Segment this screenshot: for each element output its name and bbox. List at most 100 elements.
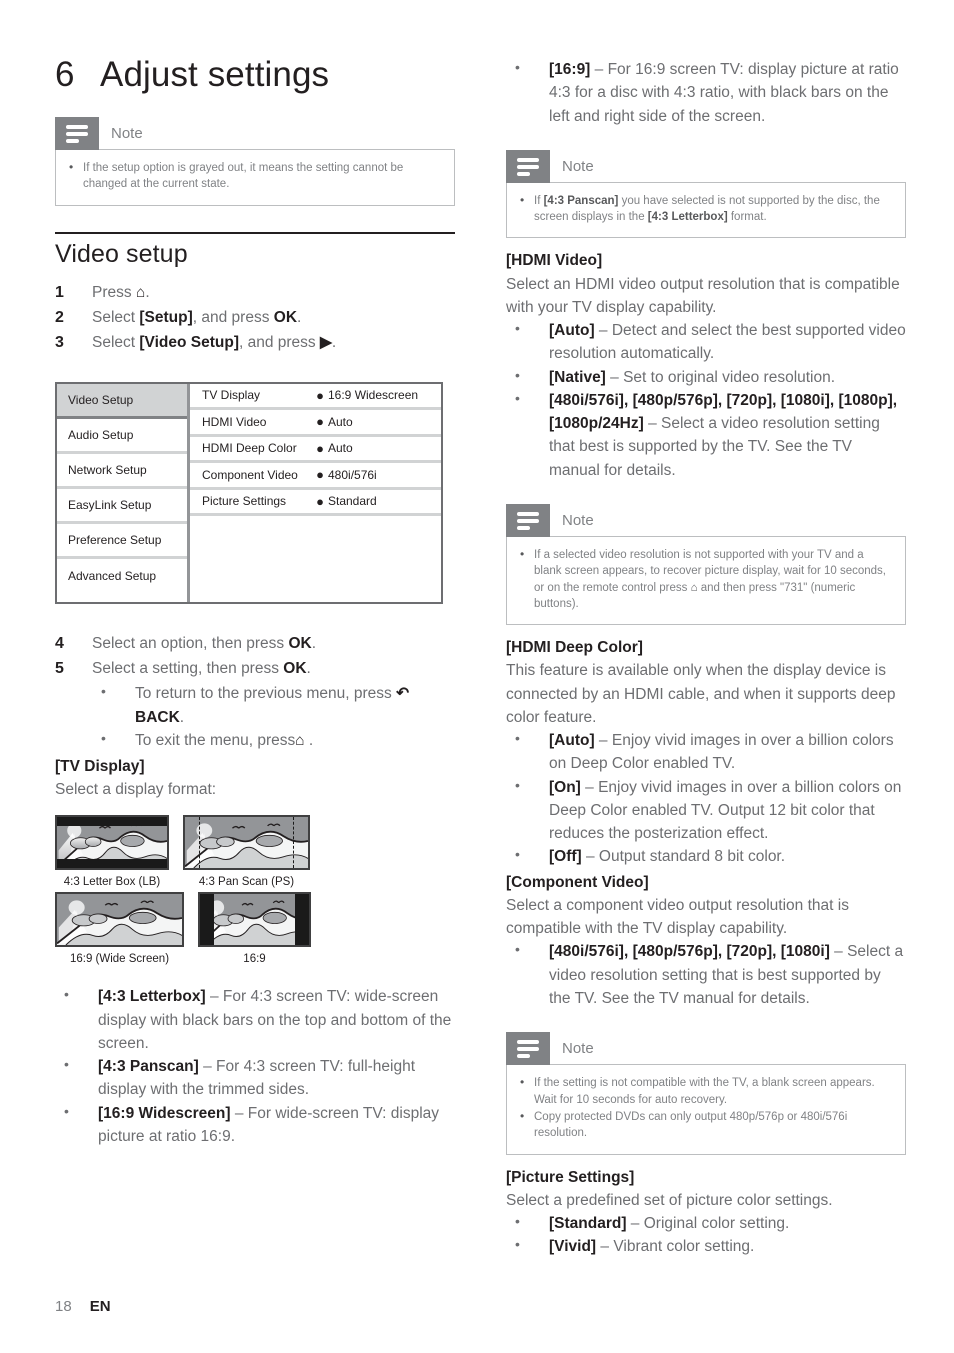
note-header: Note <box>55 117 455 150</box>
bullet-dot-icon: ● <box>316 493 324 509</box>
tv-figure-169: 16:9 <box>198 892 311 965</box>
intro-picture-settings: Select a predefined set of picture color… <box>506 1191 833 1209</box>
home-icon: ⌂ <box>690 581 698 594</box>
heading-picture-settings: [Picture Settings] <box>506 1168 635 1186</box>
option-label: TV Display <box>202 388 261 403</box>
step-4: 4 Select an option, then press OK. <box>55 632 455 656</box>
note-box-panscan: Note If [4:3 Panscan] you have selected … <box>506 149 906 239</box>
note-label: Note <box>562 157 594 175</box>
note-body: If the setup option is grayed out, it me… <box>55 149 455 206</box>
menu-ref-setup: [Setup] <box>139 308 193 326</box>
tv-figure-row-1: 4:3 Letter Box (LB) 4:3 Pan Scan (PS) <box>55 815 455 888</box>
step-1: 1 Press ⌂. <box>55 281 455 305</box>
note-item: If a selected video resolution is not su… <box>517 546 891 612</box>
video-setup-steps-continued: 4 Select an option, then press OK. 5 Sel… <box>55 632 455 753</box>
landscape-svg <box>200 894 309 946</box>
setup-menu-item-advanced-setup[interactable]: Advanced Setup <box>57 559 187 594</box>
option-value: Auto <box>328 441 353 456</box>
tv-display-bullets-continued: [16:9] – For 16:9 screen TV: display pic… <box>506 57 906 128</box>
bullet-16-9-widescreen: [16:9 Widescreen] – For wide-screen TV: … <box>55 1101 455 1149</box>
landscape-scene <box>57 894 182 946</box>
pillarbox-bar-right <box>295 894 309 946</box>
note-body: If a selected video resolution is not su… <box>506 535 906 626</box>
picture-settings-bullets: [Standard] – Original color setting. [Vi… <box>506 1211 906 1259</box>
option-label: Component Video <box>202 467 298 482</box>
left-column: 6 Adjust settings Note If the setup opti… <box>55 0 455 1148</box>
note-header: Note <box>506 503 906 537</box>
setup-menu-item-audio-setup[interactable]: Audio Setup <box>57 419 187 454</box>
intro-hdmi-video: Select an HDMI video output resolution t… <box>506 275 900 316</box>
figure-image-widescreen <box>55 892 184 948</box>
landscape-svg <box>185 817 308 869</box>
landscape-svg <box>57 894 182 946</box>
note-box-compatibility: Note If the setting is not compatible wi… <box>506 1032 906 1155</box>
heading-hdmi-video: [HDMI Video] <box>506 252 603 270</box>
note-body: If the setting is not compatible with th… <box>506 1064 906 1155</box>
setup-option-row-picture-settings[interactable]: Picture Settings ● Standard <box>190 490 441 517</box>
step-text: Select [Setup], and press OK. <box>92 308 302 326</box>
note-lines-icon <box>506 1032 550 1066</box>
note-box-resolution-recovery: Note If a selected video resolution is n… <box>506 503 906 626</box>
menu-ref-video-setup: [Video Setup] <box>139 334 239 352</box>
home-icon: ⌂ <box>135 283 146 301</box>
tv-display-bullets: [4:3 Letterbox] – For 4:3 screen TV: wid… <box>55 984 455 1149</box>
heading-component-video: [Component Video] <box>506 873 649 891</box>
setup-option-row-hdmi-video[interactable]: HDMI Video ● Auto <box>190 410 441 437</box>
tv-figure-panscan: 4:3 Pan Scan (PS) <box>183 815 310 888</box>
bullet-auto: [Auto] – Detect and select the best supp… <box>506 318 906 366</box>
tv-figure-row-2: 16:9 (Wide Screen) 16:9 <box>55 892 455 965</box>
intro-component-video: Select a component video output resoluti… <box>506 896 849 938</box>
option-name: [Vivid] <box>549 1238 597 1256</box>
step-number: 2 <box>55 308 64 326</box>
setup-menu-options: TV Display ● 16:9 Widescreen HDMI Video … <box>190 384 441 602</box>
bullet-4-3-panscan: [4:3 Panscan] – For 4:3 screen TV: full-… <box>55 1054 455 1102</box>
figure-image-letterbox <box>55 815 169 871</box>
option-label: HDMI Deep Color <box>202 441 297 456</box>
intro-hdmi-deep-color: This feature is available only when the … <box>506 662 896 726</box>
note-lines-icon <box>506 149 550 183</box>
landscape-scene <box>200 894 309 946</box>
figure-caption: 16:9 (Wide Screen) <box>69 953 170 966</box>
setup-option-row-hdmi-deep-color[interactable]: HDMI Deep Color ● Auto <box>190 437 441 464</box>
right-column: [16:9] – For 16:9 screen TV: display pic… <box>506 0 906 1259</box>
setup-menu-item-preference-setup[interactable]: Preference Setup <box>57 524 187 559</box>
tv-figure-letterbox: 4:3 Letter Box (LB) <box>55 815 169 888</box>
letterbox-bar-bottom <box>57 859 167 869</box>
step-5: 5 Select a setting, then press OK. <box>55 657 455 681</box>
heading-tv-display: [TV Display] <box>55 757 145 775</box>
setup-menu-item-video-setup[interactable]: Video Setup <box>57 383 187 419</box>
option-value: 480i/576i <box>328 467 377 482</box>
section-rule <box>55 231 455 234</box>
back-arrow-icon: ↶ <box>396 685 410 703</box>
note-header: Note <box>506 1032 906 1066</box>
letterbox-bar-top <box>57 817 167 827</box>
figure-caption: 4:3 Pan Scan (PS) <box>198 876 295 889</box>
chapter-title: Adjust settings <box>100 55 330 94</box>
bullet-native: [Native] – Set to original video resolut… <box>506 365 906 389</box>
step-3: 3 Select [Video Setup], and press ▶. <box>55 331 455 355</box>
button-ref-back: BACK <box>135 708 180 726</box>
step-number: 3 <box>55 334 64 352</box>
home-icon: ⌂ <box>295 732 305 750</box>
step-sub-bullets: To return to the previous menu, press ↶ … <box>92 681 455 753</box>
note-box-setup-grayed: Note If the setup option is grayed out, … <box>55 117 455 206</box>
option-label: Picture Settings <box>202 494 287 509</box>
play-right-arrow-icon: ▶ <box>320 334 332 352</box>
setup-menu-item-network-setup[interactable]: Network Setup <box>57 454 187 489</box>
bullet-vivid: [Vivid] – Vibrant color setting. <box>506 1234 906 1258</box>
note-label: Note <box>111 125 143 142</box>
setup-option-row-tv-display[interactable]: TV Display ● 16:9 Widescreen <box>190 384 441 411</box>
step-text: Select an option, then press OK. <box>92 634 317 652</box>
chapter-number: 6 <box>55 55 75 94</box>
step-text: Select [Video Setup], and press ▶. <box>92 334 337 352</box>
step-number: 1 <box>55 283 64 301</box>
step-2: 2 Select [Setup], and press OK. <box>55 306 455 330</box>
option-label: HDMI Video <box>202 414 267 429</box>
setup-option-row-component-video[interactable]: Component Video ● 480i/576i <box>190 463 441 490</box>
option-name: [Auto] <box>549 322 595 340</box>
tv-display-figures: 4:3 Letter Box (LB) 4:3 Pan Scan (PS) 16… <box>55 815 455 965</box>
component-video-bullets: [480i/576i], [480p/576p], [720p], [1080i… <box>506 939 906 1010</box>
setup-menu-item-easylink-setup[interactable]: EasyLink Setup <box>57 489 187 524</box>
option-name: [16:9 Widescreen] <box>98 1104 231 1122</box>
option-name: [Standard] <box>549 1215 627 1233</box>
